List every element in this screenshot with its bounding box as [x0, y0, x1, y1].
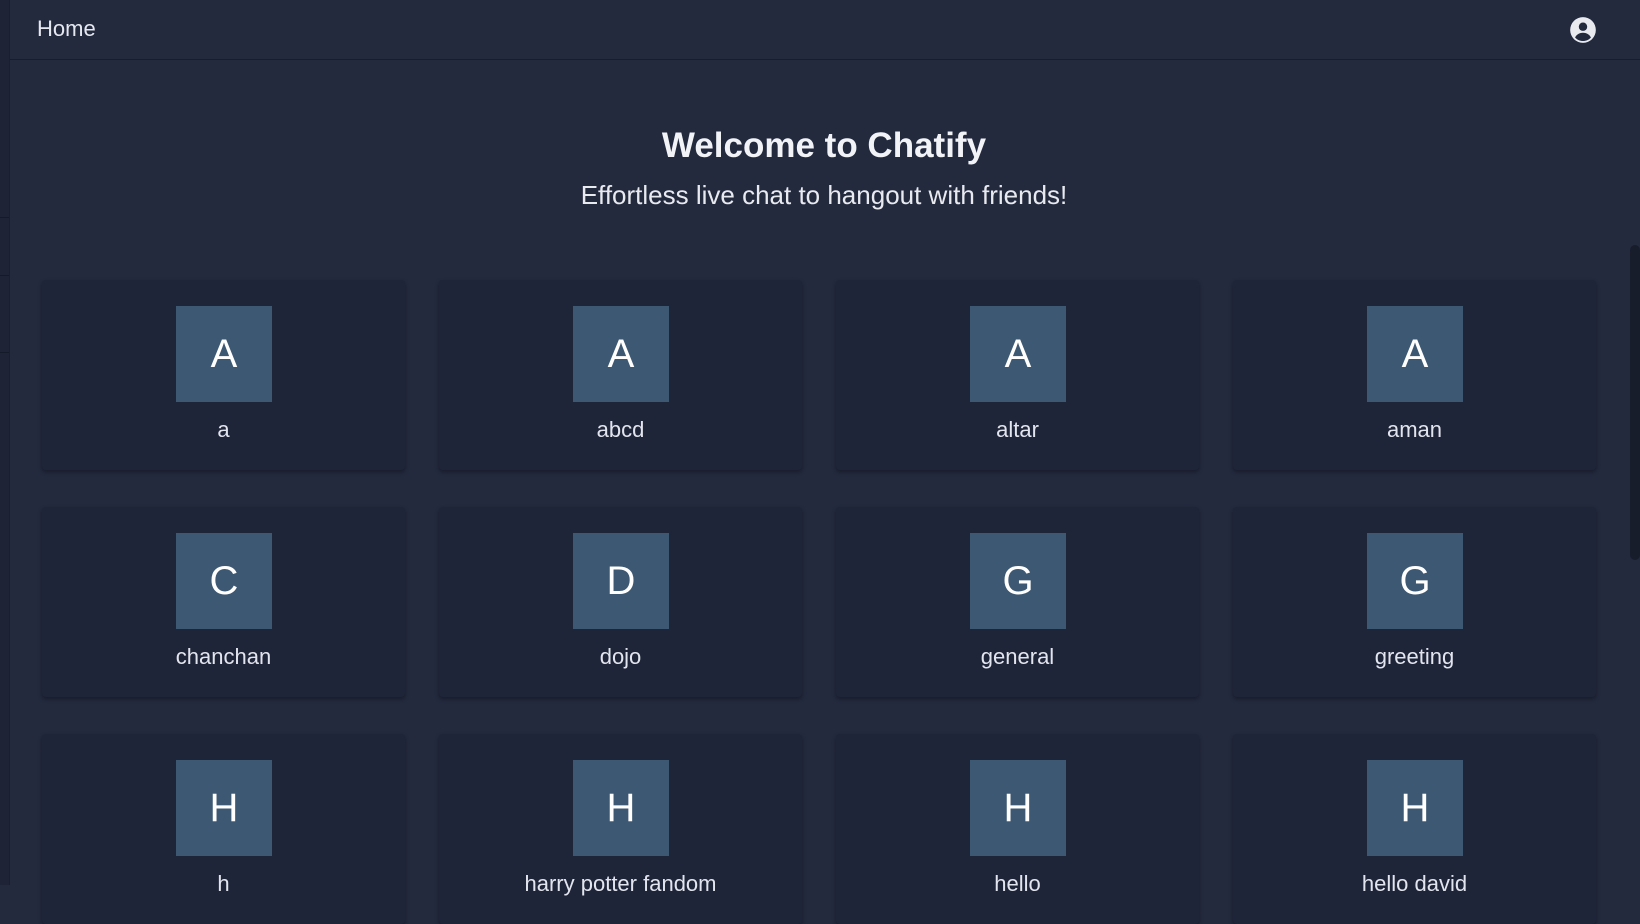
- room-name: chanchan: [175, 644, 272, 669]
- page-subtitle: Effortless live chat to hangout with fri…: [580, 180, 1068, 210]
- room-grid: Aa Aabcd Aaltar Aaman Cchanchan Ddojo Ggeneral…: [42, 280, 1597, 924]
- account-circle-icon[interactable]: [1569, 16, 1597, 44]
- room-name: altar: [996, 417, 1039, 442]
- room-card[interactable]: Hharry potter fandom: [439, 734, 802, 924]
- room-name: aman: [1386, 417, 1443, 442]
- room-avatar: A: [1367, 306, 1463, 402]
- room-avatar: H: [970, 760, 1066, 856]
- room-name: general: [980, 644, 1055, 669]
- room-avatar: A: [176, 306, 272, 402]
- room-name: abcd: [596, 417, 645, 442]
- room-card[interactable]: Aaltar: [836, 280, 1199, 470]
- room-name: greeting: [1374, 644, 1455, 669]
- strip-divider: [0, 217, 9, 218]
- room-card[interactable]: Hh: [42, 734, 405, 924]
- room-name: hello david: [1361, 871, 1468, 896]
- room-avatar: G: [1367, 533, 1463, 629]
- room-card[interactable]: Aabcd: [439, 280, 802, 470]
- room-card[interactable]: Aa: [42, 280, 405, 470]
- room-avatar: G: [970, 533, 1066, 629]
- room-card[interactable]: Hhello david: [1233, 734, 1596, 924]
- room-card[interactable]: Ggeneral: [836, 507, 1199, 697]
- room-avatar: A: [573, 306, 669, 402]
- room-avatar: A: [970, 306, 1066, 402]
- room-card[interactable]: Cchanchan: [42, 507, 405, 697]
- room-card[interactable]: Aaman: [1233, 280, 1596, 470]
- page-title: Welcome to Chatify: [661, 126, 987, 165]
- room-avatar: H: [1367, 760, 1463, 856]
- room-avatar: C: [176, 533, 272, 629]
- left-edge-strip: [0, 0, 10, 885]
- page-scrollbar[interactable]: [1630, 245, 1640, 560]
- room-card[interactable]: Ddojo: [439, 507, 802, 697]
- room-name: a: [217, 417, 230, 442]
- top-navigation-bar: Home: [10, 0, 1640, 60]
- room-name: h: [217, 871, 230, 896]
- home-link[interactable]: Home: [37, 16, 96, 42]
- room-avatar: H: [573, 760, 669, 856]
- strip-divider: [0, 275, 9, 276]
- room-name: hello: [994, 871, 1041, 896]
- strip-divider: [0, 352, 9, 353]
- room-name: harry potter fandom: [524, 871, 717, 896]
- room-avatar: D: [573, 533, 669, 629]
- room-card[interactable]: Hhello: [836, 734, 1199, 924]
- room-card[interactable]: Ggreeting: [1233, 507, 1596, 697]
- room-avatar: H: [176, 760, 272, 856]
- room-name: dojo: [599, 644, 642, 669]
